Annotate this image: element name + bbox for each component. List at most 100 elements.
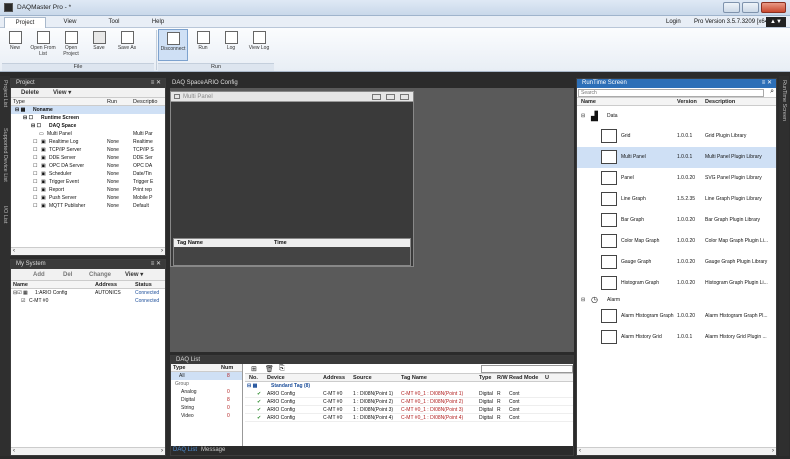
disconnect-button[interactable]: Disconnect xyxy=(158,29,188,61)
tag-row[interactable]: ✔ ARIO Config C-MT #0 1 : DI08N(Point 1) C-M… xyxy=(245,390,573,398)
del-button[interactable]: Del xyxy=(63,269,72,281)
runtime-hscrollbar[interactable]: ‹ › xyxy=(577,447,776,455)
col-daq-6[interactable]: R/W xyxy=(497,374,508,382)
type-row[interactable]: Analog 0 xyxy=(171,388,242,396)
col-daq-5[interactable]: Type xyxy=(479,374,491,382)
tag-row[interactable]: ✔ ARIO Config C-MT #0 1 : DI08N(Point 3) C-M… xyxy=(245,406,573,414)
type-row[interactable]: Digital 8 xyxy=(171,396,242,404)
tree-runtime-screen[interactable]: ⊟ ☐ Runtime Screen xyxy=(11,114,165,122)
tab-message[interactable]: Message xyxy=(201,446,225,455)
save-button[interactable]: Save xyxy=(86,29,112,61)
maximize-button[interactable] xyxy=(742,2,759,13)
runtime-group-alarm[interactable]: ⊟ ◷ Alarm xyxy=(577,294,776,306)
minimize-button[interactable] xyxy=(723,2,740,13)
checkbox-icon[interactable]: ☐ xyxy=(33,170,37,178)
search-icon[interactable]: ⌕ xyxy=(770,88,774,96)
type-row[interactable]: Group xyxy=(171,380,242,388)
col-num[interactable]: Num xyxy=(221,364,233,372)
menu-tab-project[interactable]: Project xyxy=(4,17,46,28)
new-button[interactable]: New xyxy=(2,29,28,61)
runtime-item[interactable]: Multi Panel 1.0.0.1 Multi Panel Plugin Lib… xyxy=(577,147,776,168)
side-tab-supported-device-list[interactable]: Supported Device List xyxy=(2,128,8,182)
project-hscrollbar[interactable]: ‹ › xyxy=(11,247,165,255)
project-panel-pin-close[interactable]: ≡ ✕ xyxy=(151,79,161,88)
col-daq-0[interactable]: No. xyxy=(249,374,258,382)
checkbox-icon[interactable]: ☐ xyxy=(33,186,37,194)
project-item[interactable]: ☐ ▣ Scheduler None Date/Tin xyxy=(11,170,165,178)
save-as-button[interactable]: Save As xyxy=(114,29,140,61)
runtime-item[interactable]: Grid 1.0.0.1 Grid Plugin Library xyxy=(577,126,776,147)
col-tag-name[interactable]: Tag Name xyxy=(177,239,203,247)
menu-tab-help[interactable]: Help xyxy=(138,17,178,28)
project-item[interactable]: ☐ ▣ DDE Server None DDE Ser xyxy=(11,154,165,162)
log-button[interactable]: Log xyxy=(218,29,244,61)
runtime-item[interactable]: Line Graph 1.5.2.35 Line Graph Plugin Libr… xyxy=(577,189,776,210)
project-item[interactable]: ☐ ▣ Push Server None Mobile P xyxy=(11,194,165,202)
inner-close-button[interactable] xyxy=(400,94,409,100)
col-daq-8[interactable]: U xyxy=(545,374,549,382)
delete-tag-icon[interactable]: 🗑 xyxy=(265,365,274,373)
tag-row[interactable]: ✔ ARIO Config C-MT #0 1 : DI08N(Point 2) C-M… xyxy=(245,398,573,406)
tag-search-input[interactable] xyxy=(481,365,573,373)
type-row[interactable]: String 0 xyxy=(171,404,242,412)
col-address[interactable]: Address xyxy=(95,281,117,289)
col-daq-2[interactable]: Address xyxy=(323,374,345,382)
close-button[interactable] xyxy=(761,2,786,13)
copy-tag-icon[interactable]: ⎘ xyxy=(279,365,285,373)
daq-space-canvas[interactable]: Multi Panel Tag Name Time xyxy=(170,88,574,352)
run-button[interactable]: Run xyxy=(190,29,216,61)
runtime-item[interactable]: Panel 1.0.0.20 SVG Panel Plugin Library xyxy=(577,168,776,189)
system-hscrollbar[interactable]: ‹ › xyxy=(11,447,165,455)
type-row[interactable]: All 8 xyxy=(171,372,242,380)
runtime-group-data[interactable]: ⊟ ▟ Data xyxy=(577,106,776,126)
checkbox-icon[interactable]: ☐ xyxy=(33,146,37,154)
runtime-alarm-item[interactable]: Alarm Histogram Graph 1.0.0.20 Alarm Histo… xyxy=(577,306,776,327)
inner-maximize-button[interactable] xyxy=(386,94,395,100)
col-name[interactable]: Name xyxy=(13,281,28,289)
project-item[interactable]: ☐ ▣ Trigger Event None Trigger E xyxy=(11,178,165,186)
runtime-item[interactable]: Histogram Graph 1.0.0.20 Histogram Graph P… xyxy=(577,273,776,294)
col-run[interactable]: Run xyxy=(107,98,117,106)
view-dropdown[interactable]: View ▾ xyxy=(53,88,71,98)
col-type[interactable]: Type xyxy=(13,98,25,106)
checkbox-icon[interactable]: ☐ xyxy=(33,154,37,162)
open-from-list-button[interactable]: Open From List xyxy=(30,29,56,61)
col-version[interactable]: Version xyxy=(677,98,697,106)
tab-daq-list[interactable]: DAQ List xyxy=(173,446,197,455)
open-project-button[interactable]: Open Project xyxy=(58,29,84,61)
tab-ario-config[interactable]: ARIO Config xyxy=(204,78,238,88)
system-row-ario[interactable]: ⊟☑ ▦ 1:ARIO Config AUTONICS Connected xyxy=(11,289,165,297)
side-tab-runtime-screen[interactable]: RunTime Screen xyxy=(781,80,787,121)
runtime-item[interactable]: Color Map Graph 1.0.0.20 Color Map Graph P… xyxy=(577,231,776,252)
runtime-search-input[interactable] xyxy=(578,89,764,97)
tree-root[interactable]: ⊟ ▦ Noname xyxy=(11,106,165,114)
add-tag-icon[interactable]: ⊞ xyxy=(251,365,257,373)
runtime-alarm-item[interactable]: Alarm History Grid 1.0.0.1 Alarm History G… xyxy=(577,327,776,348)
checkbox-icon[interactable]: ☐ xyxy=(33,162,37,170)
col-daq-7[interactable]: Read Mode xyxy=(509,374,538,382)
add-button[interactable]: Add xyxy=(33,269,45,281)
system-row-cmt[interactable]: ☑ C-MT #0 Connected xyxy=(11,297,165,305)
tab-daq-space[interactable]: DAQ Space xyxy=(172,78,204,88)
project-item[interactable]: ☐ ▣ Realtime Log None Realtime xyxy=(11,138,165,146)
col-daq-4[interactable]: Tag Name xyxy=(401,374,427,382)
tree-daq-space[interactable]: ⊟ ☐ DAQ Space xyxy=(11,122,165,130)
view-log-button[interactable]: View Log xyxy=(246,29,272,61)
project-item[interactable]: ☐ ▣ Report None Print rep xyxy=(11,186,165,194)
ribbon-toggle-button[interactable]: ▲▼ xyxy=(766,17,786,27)
col-status[interactable]: Status xyxy=(135,281,152,289)
menu-tab-view[interactable]: View xyxy=(50,17,90,28)
inner-minimize-button[interactable] xyxy=(372,94,381,100)
project-item[interactable]: ☐ ▣ TCP/IP Server None TCP/IP S xyxy=(11,146,165,154)
checkbox-icon[interactable]: ☐ xyxy=(33,138,37,146)
tag-row[interactable]: ✔ ARIO Config C-MT #0 1 : DI08N(Point 4) C-M… xyxy=(245,414,573,422)
tag-group-row[interactable]: ⊟ ▦ Standard Tag (8) xyxy=(245,382,573,390)
login-link[interactable]: Login xyxy=(666,17,681,27)
checkbox-icon[interactable]: ☐ xyxy=(33,194,37,202)
menu-tab-tool[interactable]: Tool xyxy=(94,17,134,28)
system-view-dropdown[interactable]: View ▾ xyxy=(125,269,143,281)
side-tab-io-list[interactable]: I/O List xyxy=(2,206,8,223)
checkbox-icon[interactable]: ☐ xyxy=(33,202,37,210)
col-description[interactable]: Description xyxy=(705,98,735,106)
col-description[interactable]: Descriptio xyxy=(133,98,157,106)
